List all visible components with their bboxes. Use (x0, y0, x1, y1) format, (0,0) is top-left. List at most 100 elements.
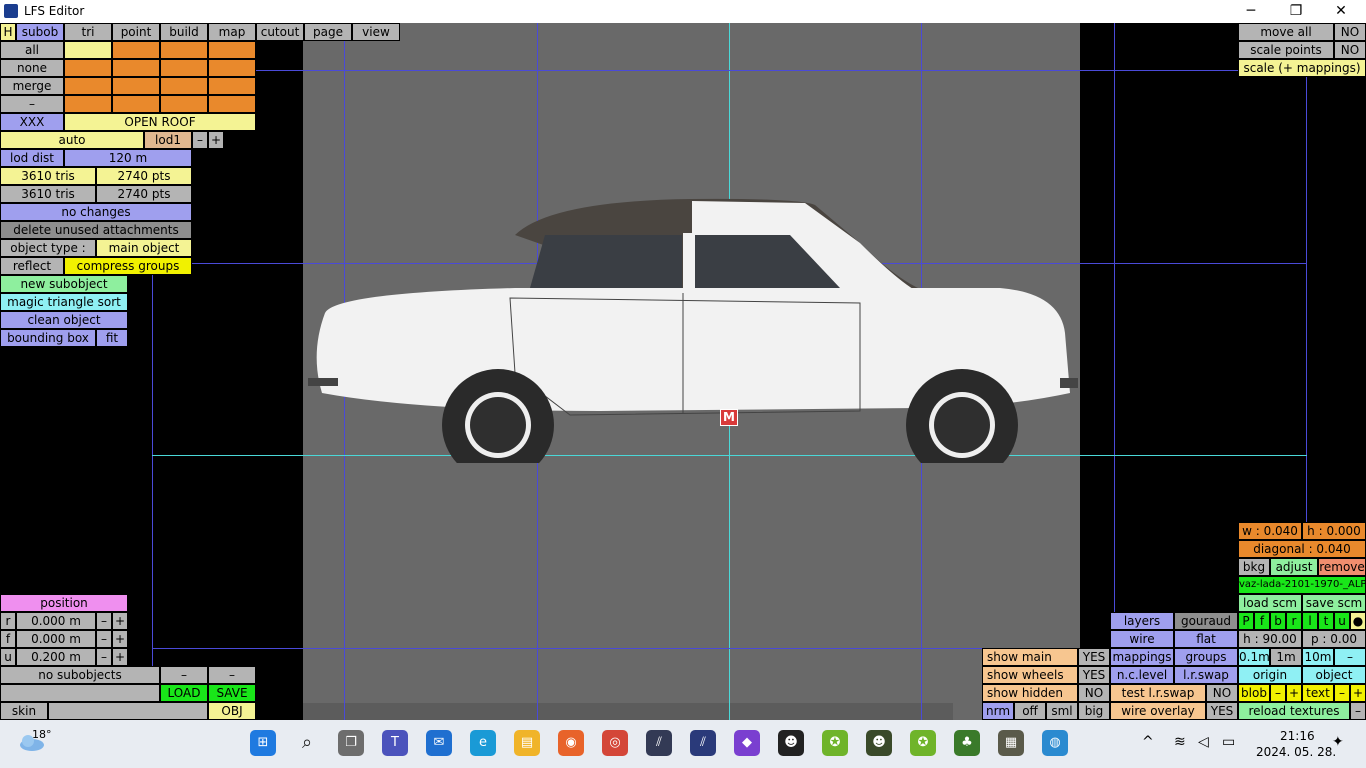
file-explorer-icon[interactable]: ▤ (514, 730, 540, 756)
show-wheels-button[interactable]: show wheels (982, 666, 1078, 684)
show-main-button[interactable]: show main (982, 648, 1078, 666)
volume-icon[interactable]: ◁ (1198, 734, 1209, 750)
subobject-slot[interactable] (112, 95, 160, 113)
subobject-name-field[interactable]: OPEN ROOF (64, 113, 256, 131)
subobject-slot[interactable] (112, 41, 160, 59)
text-plus-button[interactable]: + (1350, 684, 1366, 702)
search-icon[interactable]: ⌕ (294, 730, 320, 756)
select-all-button[interactable]: all (0, 41, 64, 59)
blob-button[interactable]: blob (1238, 684, 1270, 702)
merge-button[interactable]: merge (0, 77, 64, 95)
globe-icon[interactable]: ◍ (1042, 730, 1068, 756)
position-plus-u[interactable]: + (112, 648, 128, 666)
menu-view[interactable]: view (352, 23, 400, 41)
load-scm-button[interactable]: load scm (1238, 594, 1302, 612)
wire-overlay-toggle[interactable]: YES (1206, 702, 1238, 720)
test-lr-swap-button[interactable]: test l.r.swap (1110, 684, 1206, 702)
subobject-slot[interactable] (208, 77, 256, 95)
mappings-button[interactable]: mappings (1110, 648, 1174, 666)
menu-build[interactable]: build (160, 23, 208, 41)
subobject-slot[interactable] (160, 77, 208, 95)
text-minus-button[interactable]: – (1334, 684, 1350, 702)
origin-marker[interactable]: M (720, 409, 738, 426)
show-wheels-toggle[interactable]: YES (1078, 666, 1110, 684)
lod-auto-button[interactable]: auto (0, 131, 144, 149)
bkg-height[interactable]: h : 0.000 (1302, 522, 1366, 540)
obj-button[interactable]: OBJ (208, 702, 256, 720)
lfs-icon[interactable]: ⫽ (646, 730, 672, 756)
bkg-button[interactable]: bkg (1238, 558, 1270, 576)
step-10m-button[interactable]: 10m (1302, 648, 1334, 666)
subobject-slot[interactable] (64, 95, 112, 113)
menu-page[interactable]: page (304, 23, 352, 41)
save-button[interactable]: SAVE (208, 684, 256, 702)
game-icon[interactable]: ✪ (822, 730, 848, 756)
position-value-r[interactable]: 0.000 m (16, 612, 96, 630)
editor-viewport[interactable]: M H subob tri point build map cutout pag… (0, 23, 1366, 720)
subobject-slot[interactable] (64, 41, 112, 59)
text-button[interactable]: text (1302, 684, 1334, 702)
origin-button[interactable]: origin (1238, 666, 1302, 684)
menu-map[interactable]: map (208, 23, 256, 41)
lod-dist-value[interactable]: 120 m (64, 149, 192, 167)
wire-overlay-button[interactable]: wire overlay (1110, 702, 1206, 720)
scale-mappings-button[interactable]: scale (+ mappings) (1238, 59, 1366, 77)
subobject-minus-button-2[interactable]: – (208, 666, 256, 684)
scale-points-toggle[interactable]: NO (1334, 41, 1366, 59)
load-button[interactable]: LOAD (160, 684, 208, 702)
subobject-slot[interactable] (160, 95, 208, 113)
view-u-button[interactable]: u (1334, 612, 1350, 630)
reload-textures-button[interactable]: reload textures (1238, 702, 1350, 720)
start-icon[interactable]: ⊞ (250, 730, 276, 756)
subobject-slot[interactable] (160, 41, 208, 59)
chrome-icon[interactable]: ◎ (602, 730, 628, 756)
notification-icon[interactable]: ✦ (1332, 734, 1344, 750)
object-type-value[interactable]: main object (96, 239, 192, 257)
position-minus-u[interactable]: – (96, 648, 112, 666)
step-1m-button[interactable]: 1m (1270, 648, 1302, 666)
position-plus-f[interactable]: + (112, 630, 128, 648)
step-0-1m-button[interactable]: 0.1m (1238, 648, 1270, 666)
xxx-button[interactable]: XXX (0, 113, 64, 131)
battery-icon[interactable]: ▭ (1222, 734, 1235, 750)
position-value-u[interactable]: 0.200 m (16, 648, 96, 666)
object-button[interactable]: object (1302, 666, 1366, 684)
layers-button[interactable]: layers (1110, 612, 1174, 630)
menu-tri[interactable]: tri (64, 23, 112, 41)
adjust-button[interactable]: adjust (1270, 558, 1318, 576)
big-button[interactable]: big (1078, 702, 1110, 720)
move-all-label[interactable]: move all (1238, 23, 1334, 41)
bkg-diagonal[interactable]: diagonal : 0.040 (1238, 540, 1366, 558)
lod-dist-label[interactable]: lod dist (0, 149, 64, 167)
view-f-button[interactable]: f (1254, 612, 1270, 630)
view-r-button[interactable]: r (1286, 612, 1302, 630)
new-subobject-button[interactable]: new subobject (0, 275, 128, 293)
dash-button[interactable]: – (0, 95, 64, 113)
clock-date[interactable]: 2024. 05. 28. (1256, 745, 1336, 759)
minimize-button[interactable]: ─ (1228, 0, 1274, 23)
test-lr-swap-toggle[interactable]: NO (1206, 684, 1238, 702)
delete-unused-attachments-button[interactable]: delete unused attachments (0, 221, 192, 239)
menu-h[interactable]: H (0, 23, 16, 41)
task-view-icon[interactable]: ❐ (338, 730, 364, 756)
scale-points-label[interactable]: scale points (1238, 41, 1334, 59)
maximize-button[interactable]: ❐ (1273, 0, 1319, 23)
magic-triangle-sort-button[interactable]: magic triangle sort (0, 293, 128, 311)
reload-dash-button[interactable]: – (1350, 702, 1366, 720)
show-main-toggle[interactable]: YES (1078, 648, 1110, 666)
position-minus-r[interactable]: – (96, 612, 112, 630)
lod-plus-button[interactable]: + (208, 131, 224, 149)
lod-level-button[interactable]: lod1 (144, 131, 192, 149)
menu-subob[interactable]: subob (16, 23, 64, 41)
view-b-button[interactable]: b (1270, 612, 1286, 630)
paint-drop-icon[interactable]: ◆ (734, 730, 760, 756)
mail-icon[interactable]: ✉ (426, 730, 452, 756)
compress-groups-button[interactable]: compress groups (64, 257, 192, 275)
step-minus-button[interactable]: – (1334, 648, 1366, 666)
view-l-button[interactable]: l (1302, 612, 1318, 630)
wire-button[interactable]: wire (1110, 630, 1174, 648)
remove-button[interactable]: remove (1318, 558, 1366, 576)
subobject-minus-button[interactable]: – (160, 666, 208, 684)
subobject-slot[interactable] (208, 59, 256, 77)
game-icon[interactable]: ✪ (910, 730, 936, 756)
